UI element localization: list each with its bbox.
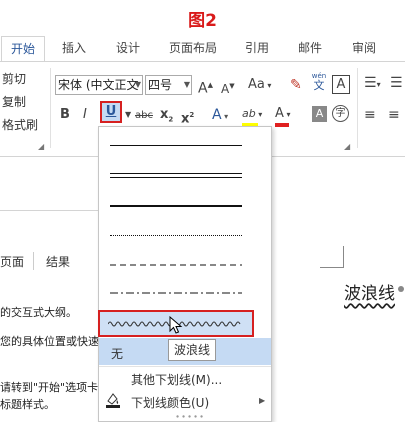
character-border-icon[interactable]: A [332, 75, 350, 94]
bullets-icon[interactable]: ☰▾ [364, 74, 381, 94]
format-painter-button[interactable]: 格式刷 [2, 116, 38, 133]
nav-pane-text: 请转到"开始"选项卡 [0, 381, 99, 394]
font-color-icon[interactable]: A ▾ [275, 105, 290, 127]
font-name-combo[interactable]: 宋体 (中文正文 ▼ [55, 75, 143, 95]
chevron-right-icon: ▶ [259, 396, 266, 405]
page-margin-marker [320, 246, 344, 268]
grow-font-icon[interactable]: A▲ [198, 76, 213, 98]
numbering-icon[interactable]: ☰ [390, 74, 403, 92]
enclose-characters-icon[interactable]: 字 [332, 105, 349, 122]
chevron-down-icon: ▼ [183, 80, 190, 89]
cut-button[interactable]: 剪切 [2, 70, 26, 87]
document-text-wavy[interactable]: 波浪线 [344, 279, 395, 304]
tab-review[interactable]: 审阅 [352, 34, 376, 62]
ribbon-tabs: 开始 插入 设计 页面布局 引用 邮件 审阅 [0, 34, 405, 63]
phonetic-guide-icon[interactable]: wén 文 [310, 72, 328, 92]
highlight-color-icon[interactable]: ab ▾ [242, 105, 262, 127]
nav-pane-text: 您的具体位置或快速 [0, 335, 99, 348]
clear-formatting-icon[interactable]: ✎ [290, 76, 302, 94]
align-left-icon[interactable]: ≡ [364, 106, 376, 124]
tab-references[interactable]: 引用 [245, 34, 269, 62]
underline-dropdown: 无 波浪线 其他下划线(M)... 下划线颜色(U) ▶ ∙∙∙∙∙ [98, 126, 272, 422]
none-label: 无 [111, 347, 124, 361]
underline-style-single[interactable] [100, 133, 270, 159]
nav-tab-pages[interactable]: 页面 [0, 253, 24, 270]
chevron-down-icon: ▼ [134, 80, 141, 89]
mouse-pointer-icon [169, 316, 183, 334]
text-effects-icon[interactable]: A ▾ [212, 106, 228, 126]
copy-button[interactable]: 复制 [2, 93, 26, 110]
underline-color-icon [106, 393, 120, 408]
nav-pane-divider [0, 210, 100, 211]
word-window: 图2 开始 插入 设计 页面布局 引用 邮件 审阅 剪切 复制 格式刷 ◢ 宋体… [0, 0, 405, 422]
underline-style-dashed[interactable] [100, 253, 270, 279]
underline-dropdown-arrow[interactable]: ▼ [125, 106, 131, 124]
underline-style-dotted[interactable] [100, 223, 270, 249]
underline-style-double[interactable] [100, 163, 270, 189]
text-cursor-icon [398, 286, 404, 292]
italic-button[interactable]: I [83, 106, 87, 124]
dashed-line-preview [110, 264, 242, 266]
strikethrough-button[interactable]: abc [135, 107, 153, 125]
nav-tab-results[interactable]: 结果 [46, 253, 70, 270]
underline-style-dash-dot[interactable] [100, 281, 270, 307]
nav-pane-text: 的交互式大纲。 [0, 306, 77, 319]
resize-grip-icon[interactable]: ∙∙∙∙∙ [175, 412, 205, 421]
tab-mailings[interactable]: 邮件 [298, 34, 322, 62]
character-shading-icon[interactable]: A [312, 106, 327, 122]
font-launcher-icon[interactable]: ◢ [344, 142, 350, 151]
menu-divider [99, 366, 271, 367]
bold-button[interactable]: B [60, 106, 70, 124]
tab-page-layout[interactable]: 页面布局 [169, 34, 217, 62]
double-line-preview [110, 173, 242, 178]
group-divider [50, 68, 51, 148]
tab-home[interactable]: 开始 [1, 36, 46, 63]
clipboard-launcher-icon[interactable]: ◢ [38, 142, 44, 151]
font-size-value: 四号 [148, 78, 173, 92]
change-case-icon[interactable]: Aa ▾ [248, 76, 271, 95]
font-name-value: 宋体 (中文正文 [58, 78, 139, 92]
dotted-line-preview [110, 235, 242, 236]
underline-button[interactable]: U [100, 101, 122, 123]
underline-style-thick[interactable] [100, 193, 270, 219]
align-center-icon[interactable]: ≡ [388, 106, 400, 124]
underline-color-item[interactable]: 下划线颜色(U) [131, 394, 209, 411]
tab-design[interactable]: 设计 [116, 34, 140, 62]
shrink-font-icon[interactable]: A▼ [221, 77, 235, 98]
group-divider [357, 68, 358, 148]
nav-tab-divider [33, 252, 34, 270]
tab-insert[interactable]: 插入 [62, 34, 86, 62]
thick-line-preview [110, 205, 242, 207]
dash-dot-line-preview [110, 292, 242, 294]
figure-caption: 图2 [188, 11, 217, 31]
nav-pane-text: 标题样式。 [0, 398, 55, 411]
superscript-button[interactable]: x2 [181, 106, 194, 128]
single-line-preview [110, 145, 242, 146]
font-size-combo[interactable]: 四号 ▼ [145, 75, 192, 95]
tooltip: 波浪线 [168, 339, 217, 361]
more-underlines-item[interactable]: 其他下划线(M)... [131, 371, 222, 388]
